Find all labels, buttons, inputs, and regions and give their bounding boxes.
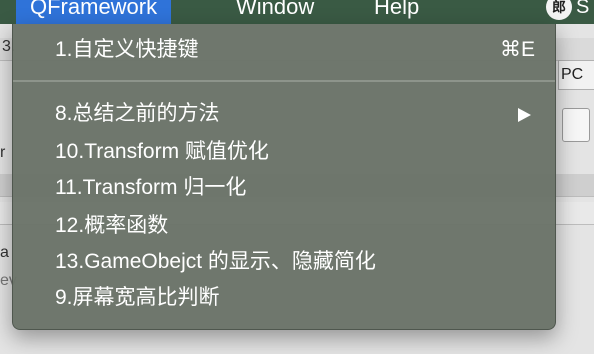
menu-item-label: 9.屏幕宽高比判断 — [55, 286, 220, 309]
menu-item-probability[interactable]: 12.概率函数 — [13, 210, 555, 242]
menubar-item-qframework[interactable]: QFramework — [16, 0, 172, 24]
menu-bar: QFramework Window Help 郎 S — [0, 0, 594, 24]
background-text-fragment: a — [0, 244, 9, 261]
menu-item-label: 11.Transform 归一化 — [55, 176, 247, 199]
menubar-item-status[interactable]: S — [576, 0, 589, 20]
menu-item-gameobject-visibility[interactable]: 13.GameObejct 的显示、隐藏简化 — [13, 246, 555, 278]
menu-separator — [13, 80, 555, 82]
menubar-item-help[interactable]: Help — [360, 0, 433, 24]
menubar-item-window[interactable]: Window — [222, 0, 328, 24]
menu-item-aspect-ratio[interactable]: 9.屏幕宽高比判断 — [13, 282, 555, 314]
menu-item-label: 10.Transform 赋值优化 — [55, 140, 269, 163]
menu-item-label: 1.自定义快捷键 — [55, 38, 199, 61]
menu-item-label: 8.总结之前的方法 — [55, 102, 220, 125]
menu-item-custom-shortcut[interactable]: 1.自定义快捷键 ⌘E — [13, 34, 555, 66]
qframework-dropdown-menu: 1.自定义快捷键 ⌘E 8.总结之前的方法 10.Transform 赋值优化 … — [12, 24, 556, 330]
user-avatar-icon[interactable]: 郎 — [546, 0, 572, 20]
keyboard-shortcut: ⌘E — [499, 38, 535, 61]
background-field[interactable] — [562, 108, 590, 142]
menu-item-label: 12.概率函数 — [55, 214, 169, 237]
background-text-fragment: r — [0, 144, 6, 161]
menu-item-summary-methods[interactable]: 8.总结之前的方法 — [13, 98, 555, 130]
submenu-arrow-icon — [518, 108, 531, 122]
menu-item-label: 13.GameObejct 的显示、隐藏简化 — [55, 250, 376, 273]
background-tab[interactable]: PC — [558, 60, 594, 90]
menu-item-transform-normalize[interactable]: 11.Transform 归一化 — [13, 172, 555, 204]
menu-item-transform-assign[interactable]: 10.Transform 赋值优化 — [13, 136, 555, 168]
